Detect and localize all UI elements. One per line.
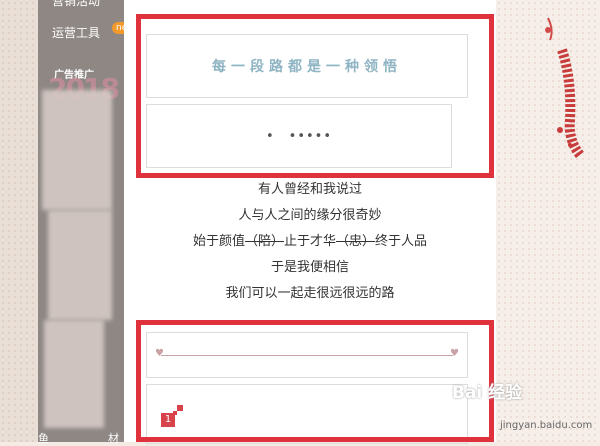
heart-icon: ♥ [155,348,164,359]
blurred-region [48,210,112,320]
sidebar-item-ops-tools[interactable]: 运营工具 [52,24,100,41]
watermark-url: jingyan.baidu.com [500,420,593,431]
poem-line: 始于颜值（陪）止于才华（忠）终于人品 [124,230,496,249]
number-block[interactable]: 1 [146,384,468,444]
poem-text: 始于颜值 [192,234,245,249]
editor-panel: 每一段路都是一种领悟 • ••••• 有人曾经和我说过 人与人之间的缘分很奇妙 … [124,0,496,444]
heart-icon: ♥ [450,348,459,359]
sidebar-item-marketing[interactable]: 营销活动 [52,0,100,9]
dots-right: ••••• [288,128,332,144]
poem-line: 人与人之间的缘分很奇妙 [238,208,382,223]
title-block[interactable]: 每一段路都是一种领悟 [146,34,468,98]
poem-strike: （忠） [336,234,376,249]
number-badge: 1 [161,413,175,427]
decor-square [177,405,183,411]
watermark-logo: Bai 经验 [452,383,523,403]
poem-line: 有人曾经和我说过 [257,182,362,197]
poem-text: 止于才华 [283,234,336,249]
poem-text: 终于人品 [375,234,428,249]
firecracker-icon [545,17,585,159]
sidebar-bottom-label: 鱼 [38,432,49,445]
dots-block[interactable]: • ••••• [146,104,452,168]
blurred-region [42,90,112,210]
dot-left: • [265,128,275,144]
title-text: 每一段路都是一种领悟 [212,59,402,75]
poem-strike: （陪） [244,234,284,249]
poem-line: 于是我便相信 [270,260,349,275]
background-left [0,0,38,442]
divider-line [161,355,453,356]
divider-block[interactable]: ♥ ♥ [146,332,468,378]
sidebar-bottom-label: 材 [108,432,119,445]
sidebar: 营销活动 运营工具 new 广告推广 2018 鱼 材 [38,0,139,445]
blurred-region [44,320,104,428]
poem-line: 我们可以一起走很远很远的路 [225,286,395,301]
